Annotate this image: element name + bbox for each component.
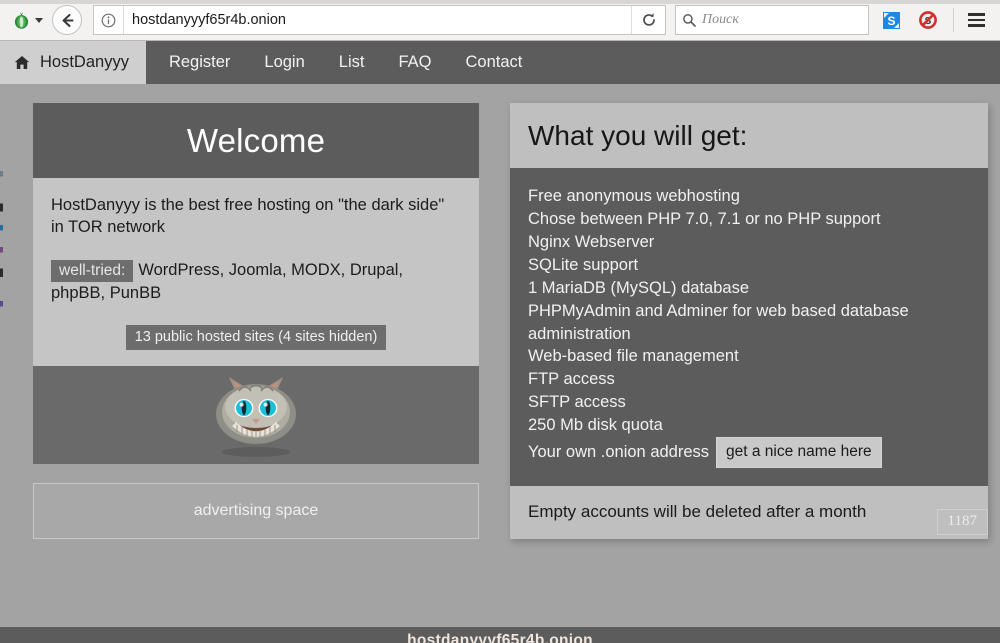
- reload-icon: [641, 12, 657, 28]
- welcome-body: HostDanyyy is the best free hosting on "…: [33, 178, 479, 366]
- search-bar[interactable]: Поиск: [675, 5, 869, 35]
- home-icon: [14, 55, 30, 70]
- svg-text:S: S: [887, 14, 895, 28]
- visit-counter-badge: 1187: [937, 509, 988, 535]
- nav-item-register[interactable]: Register: [152, 41, 247, 84]
- welcome-heading: Welcome: [33, 103, 479, 178]
- nav-items: Register Login List FAQ Contact: [146, 41, 539, 84]
- search-input[interactable]: Поиск: [702, 12, 739, 28]
- list-item: PHPMyAdmin and Adminer for web based dat…: [528, 300, 970, 346]
- list-item: FTP access: [528, 368, 970, 391]
- list-item: Nginx Webserver: [528, 231, 970, 254]
- site-navbar: HostDanyyy Register Login List FAQ Conta…: [0, 41, 1000, 84]
- well-tried-tag: well-tried:: [51, 260, 133, 282]
- list-item: 1 MariaDB (MySQL) database: [528, 277, 970, 300]
- identity-box[interactable]: [94, 6, 124, 34]
- hosted-sites-badge[interactable]: 13 public hosted sites (4 sites hidden): [126, 325, 387, 350]
- offscreen-content-sliver: [0, 84, 3, 627]
- footer-onion-address: hostdanyyyf65r4b.onion: [407, 632, 593, 643]
- list-item: SQLite support: [528, 254, 970, 277]
- onion-address-row: Your own .onion address get a nice name …: [528, 437, 970, 468]
- page-body: Welcome HostDanyyy is the best free host…: [0, 84, 1000, 627]
- hosted-sites-badge-row: 13 public hosted sites (4 sites hidden): [51, 325, 461, 350]
- skype-icon: S: [882, 11, 901, 30]
- hamburger-menu-icon: [968, 24, 985, 27]
- onion-icon: [12, 11, 31, 30]
- nav-item-login[interactable]: Login: [247, 41, 321, 84]
- hamburger-menu-icon: [968, 19, 985, 22]
- url-text[interactable]: hostdanyyyf65r4b.onion: [124, 12, 631, 28]
- noscript-extension-icon[interactable]: S: [913, 5, 943, 35]
- cheshire-cat-panel: [33, 366, 479, 464]
- toolbar-separator: [953, 8, 954, 32]
- get-a-nice-name-button[interactable]: get a nice name here: [716, 437, 882, 468]
- nav-brand-hostdanyyy[interactable]: HostDanyyy: [0, 41, 146, 84]
- skype-extension-icon[interactable]: S: [876, 5, 906, 35]
- browser-chrome: hostdanyyyf65r4b.onion Поиск S S: [0, 0, 1000, 41]
- search-icon: [682, 13, 696, 27]
- nav-item-contact[interactable]: Contact: [448, 41, 539, 84]
- info-circle-icon: [101, 13, 116, 28]
- content-grid: Welcome HostDanyyy is the best free host…: [33, 103, 988, 539]
- search-icon-wrap: [676, 13, 702, 27]
- window-title-strip: [0, 0, 1000, 4]
- chevron-down-icon: [35, 18, 43, 23]
- list-item: 250 Mb disk quota: [528, 414, 970, 437]
- list-item: Web-based file management: [528, 345, 970, 368]
- hamburger-menu-button[interactable]: [960, 5, 992, 35]
- what-you-get-panel: What you will get: Free anonymous webhos…: [510, 103, 988, 539]
- reload-button[interactable]: [631, 6, 665, 34]
- welcome-intro-text: HostDanyyy is the best free hosting on "…: [51, 195, 461, 239]
- site-footer: hostdanyyyf65r4b.onion: [0, 627, 1000, 643]
- nav-brand-label: HostDanyyy: [40, 53, 129, 72]
- noscript-icon: S: [918, 10, 938, 30]
- list-item: Free anonymous webhosting: [528, 185, 970, 208]
- back-button[interactable]: [52, 5, 82, 35]
- nav-item-list[interactable]: List: [322, 41, 382, 84]
- welcome-panel: Welcome HostDanyyy is the best free host…: [33, 103, 479, 366]
- list-item: SFTP access: [528, 391, 970, 414]
- advertising-space-panel[interactable]: advertising space: [33, 483, 479, 539]
- cheshire-cat-image: [193, 369, 319, 461]
- left-column: Welcome HostDanyyy is the best free host…: [33, 103, 479, 539]
- empty-accounts-note: Empty accounts will be deleted after a m…: [510, 486, 988, 539]
- back-arrow-icon: [59, 12, 76, 29]
- list-item: Chose between PHP 7.0, 7.1 or no PHP sup…: [528, 208, 970, 231]
- what-you-get-heading: What you will get:: [510, 103, 988, 168]
- well-tried-line: well-tried:WordPress, Joomla, MODX, Drup…: [51, 259, 461, 306]
- url-bar[interactable]: hostdanyyyf65r4b.onion: [93, 5, 666, 35]
- onion-address-label: Your own .onion address: [528, 441, 709, 464]
- nav-item-faq[interactable]: FAQ: [381, 41, 448, 84]
- torbutton-button[interactable]: [6, 6, 48, 34]
- hamburger-menu-icon: [968, 13, 985, 16]
- what-you-get-list: Free anonymous webhosting Chose between …: [510, 168, 988, 486]
